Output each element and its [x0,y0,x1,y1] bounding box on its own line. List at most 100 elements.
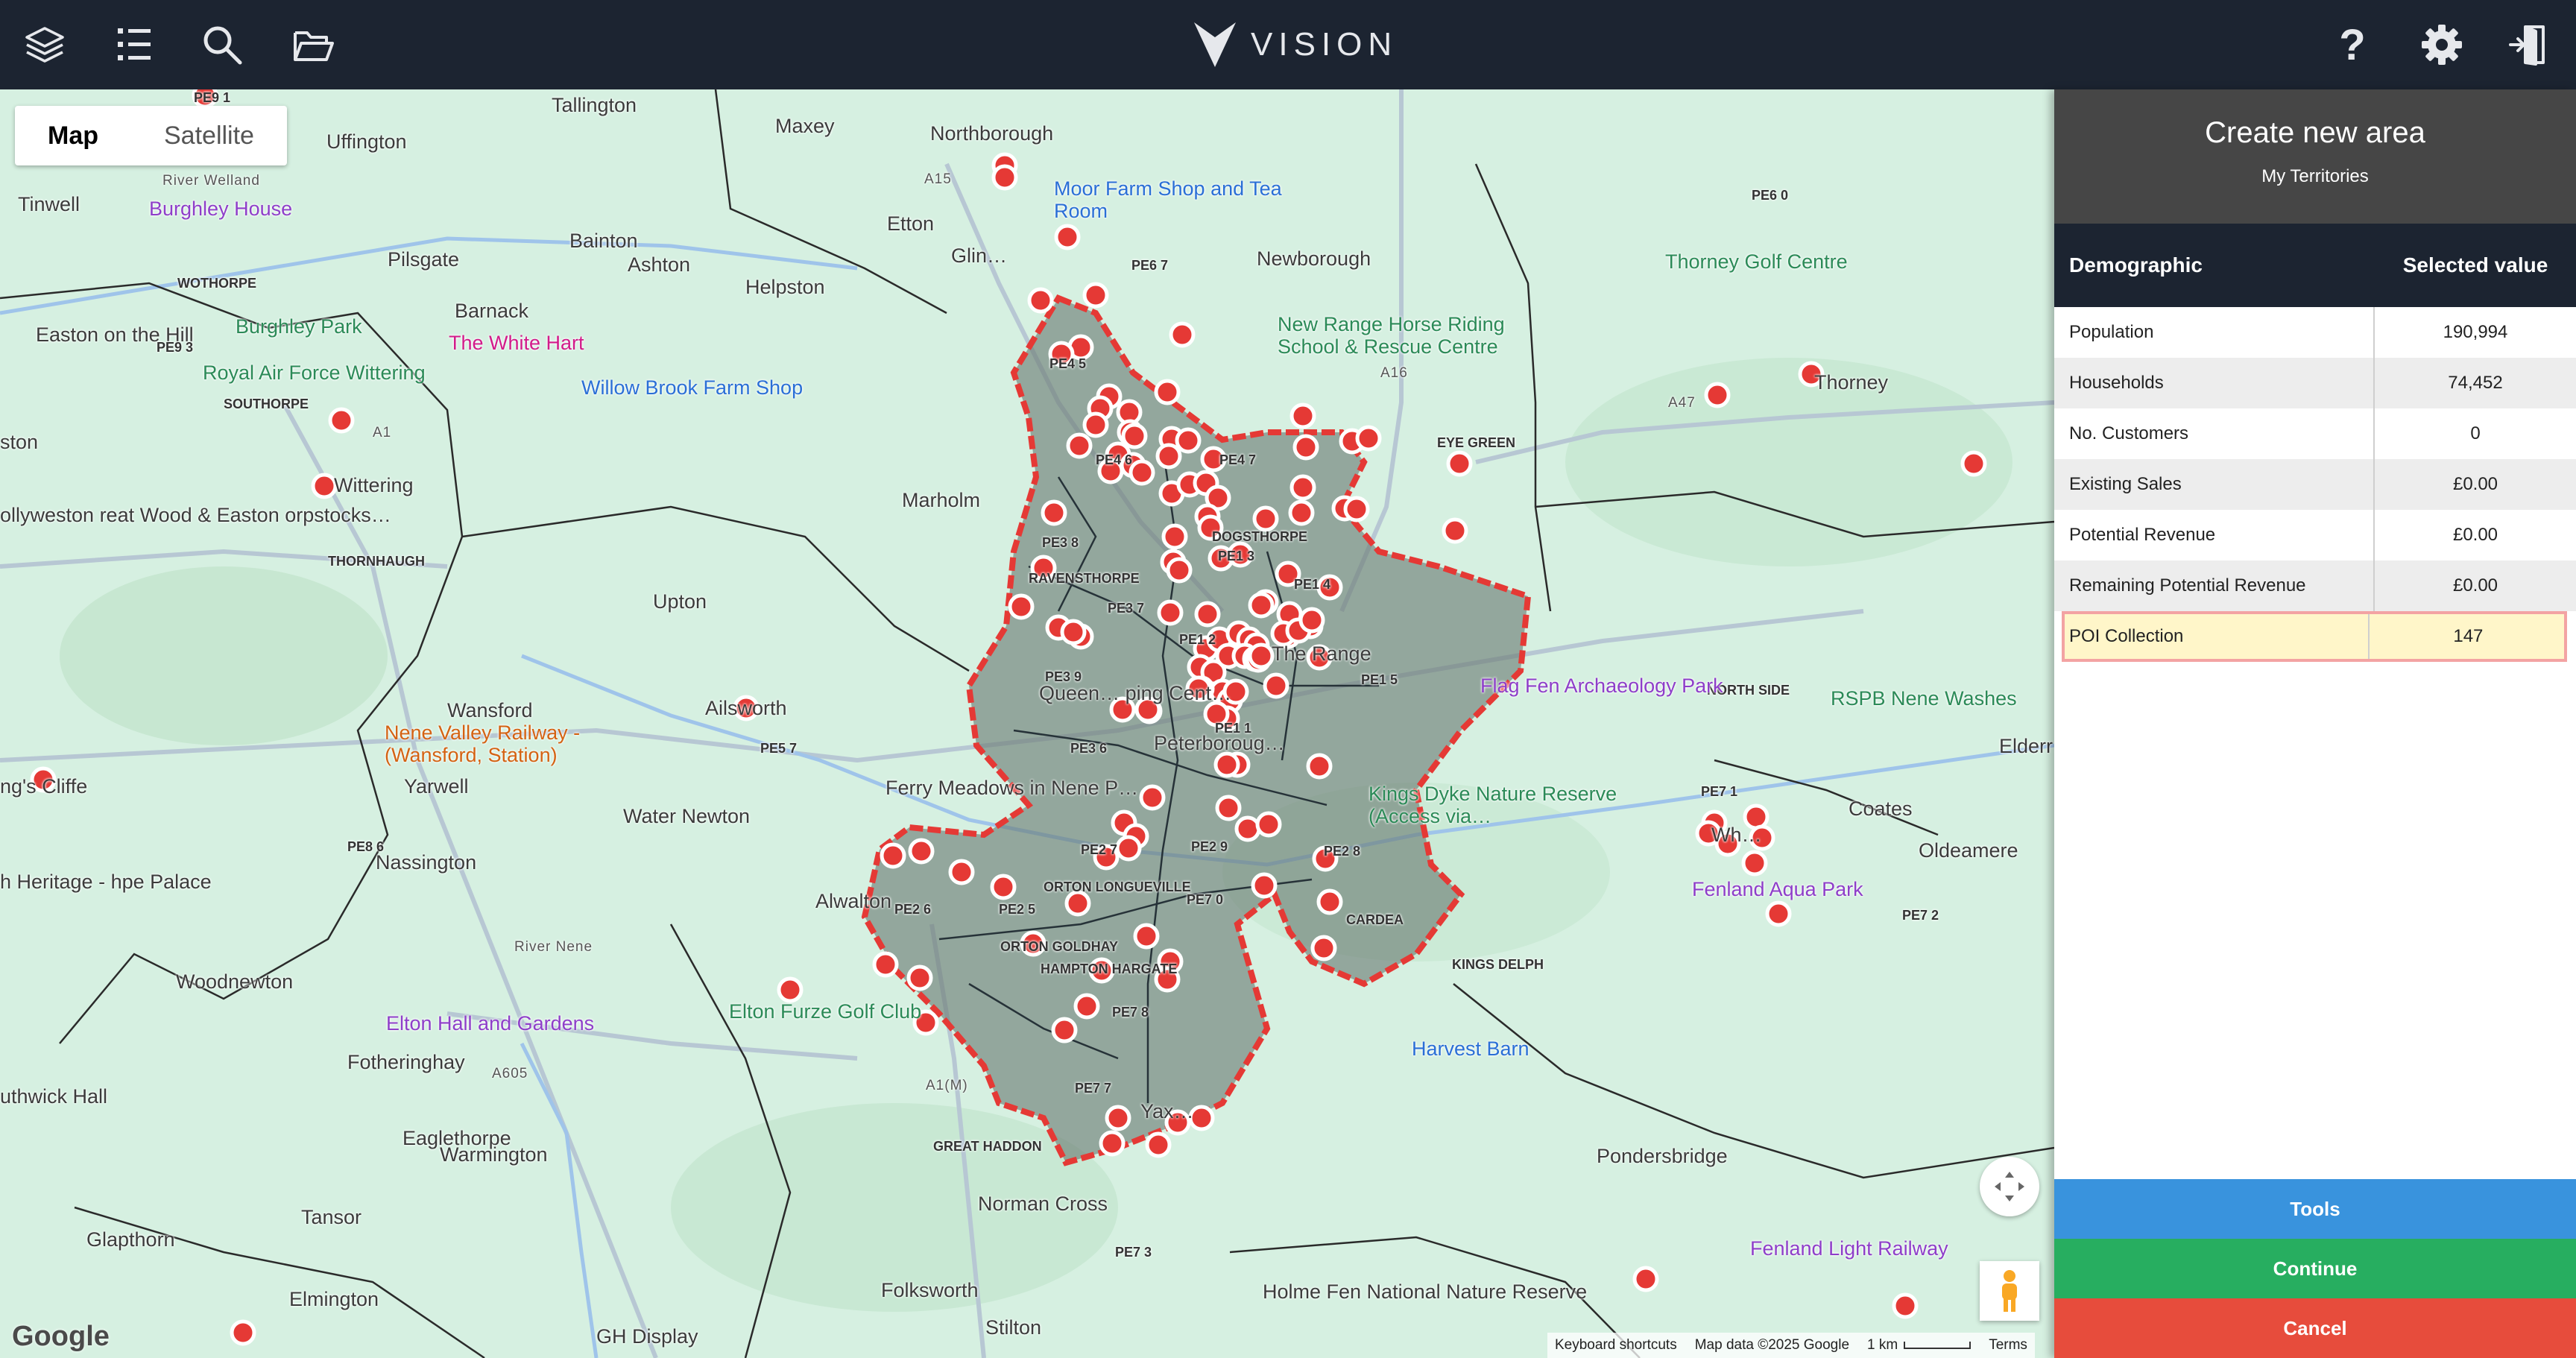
poi-marker[interactable] [1288,499,1315,526]
poi-marker[interactable] [908,838,935,865]
keyboard-shortcuts-link[interactable]: Keyboard shortcuts [1555,1337,1677,1354]
poi-marker[interactable] [1248,642,1275,669]
poi-marker[interactable] [1105,1105,1131,1131]
poi-marker[interactable] [1064,890,1091,917]
poi-marker[interactable] [311,473,338,499]
map-view-button[interactable]: Map [15,106,131,165]
poi-marker[interactable] [1741,850,1768,877]
help-icon[interactable]: ? [2324,16,2381,73]
poi-marker[interactable] [230,1319,256,1346]
poi-marker[interactable] [1121,423,1148,449]
terms-link[interactable]: Terms [1989,1337,2027,1354]
poi-marker[interactable] [948,859,975,885]
poi-marker[interactable] [1292,434,1319,461]
poi-marker[interactable] [1066,432,1093,459]
poi-marker[interactable] [1166,557,1193,584]
poi-marker[interactable] [1139,784,1166,811]
poi-markers[interactable] [0,89,2054,1358]
poi-marker[interactable] [1041,499,1067,526]
poi-marker[interactable] [880,842,906,869]
layers-icon[interactable] [16,16,73,73]
poi-marker[interactable] [1765,900,1792,927]
poi-marker[interactable] [1704,382,1731,408]
poi-marker[interactable] [1054,224,1081,250]
poi-marker[interactable] [1251,872,1278,899]
street-view-button[interactable] [1980,1261,2039,1321]
cancel-button[interactable]: Cancel [2054,1298,2576,1358]
tools-button[interactable]: Tools [2054,1179,2576,1239]
poi-marker[interactable] [1310,935,1337,961]
poi-marker[interactable] [1442,517,1468,544]
poi-marker[interactable] [1289,474,1316,501]
poi-marker[interactable] [1632,1266,1659,1292]
poi-label[interactable]: Burghley House [149,198,292,220]
poi-marker[interactable] [1082,411,1109,438]
poi-marker[interactable] [777,976,804,1003]
poi-label[interactable]: Royal Air Force Wittering [203,361,426,384]
logout-icon[interactable] [2500,16,2557,73]
poi-label[interactable]: Flag Fen Archaeology Park [1480,675,1723,697]
poi-marker[interactable] [1263,672,1289,699]
folder-open-icon[interactable] [285,16,341,73]
poi-label[interactable]: Willow Brook Farm Shop [581,376,803,399]
poi-marker[interactable] [1306,753,1333,780]
poi-marker[interactable] [1175,427,1202,454]
poi-label[interactable]: New Range Horse Riding School & Rescue C… [1278,313,1546,358]
poi-marker[interactable] [1155,443,1182,470]
poi-marker[interactable] [1051,1017,1078,1043]
gear-icon[interactable] [2414,16,2470,73]
poi-marker[interactable] [906,964,933,991]
poi-marker[interactable] [1008,593,1035,620]
poi-marker[interactable] [1252,505,1279,532]
poi-marker[interactable] [1073,993,1100,1020]
poi-label[interactable]: GH Display [596,1325,698,1348]
poi-marker[interactable] [1298,607,1325,634]
poi-marker[interactable] [1289,402,1316,429]
poi-label[interactable]: The White Hart [449,332,584,354]
poi-marker[interactable] [1248,592,1275,619]
poi-marker[interactable] [1215,795,1242,821]
poi-marker[interactable] [872,951,899,978]
poi-marker[interactable] [1145,1131,1172,1158]
poi-marker[interactable] [328,407,355,434]
poi-label[interactable]: Nene Valley Railway - (Wansford, Station… [385,721,653,766]
poi-label[interactable]: Fenland Light Railway [1750,1237,1948,1260]
poi-marker[interactable] [991,164,1018,191]
poi-label[interactable]: Fenland Aqua Park [1692,878,1863,900]
poi-marker[interactable] [1082,282,1109,309]
poi-label[interactable]: Burghley Park [236,315,362,338]
poi-marker[interactable] [1027,287,1054,314]
poi-marker[interactable] [1194,601,1221,628]
poi-marker[interactable] [1355,425,1382,452]
poi-marker[interactable] [1343,496,1370,522]
poi-marker[interactable] [1154,379,1181,405]
poi-marker[interactable] [1099,1130,1126,1157]
search-icon[interactable] [194,16,250,73]
poi-marker[interactable] [1234,815,1261,842]
poi-marker[interactable] [1892,1292,1919,1319]
poi-label[interactable]: Elton Furze Golf Club [729,1000,921,1023]
poi-marker[interactable] [1213,751,1240,778]
poi-marker[interactable] [1960,450,1987,477]
fullscreen-button[interactable] [1980,1157,2039,1216]
poi-marker[interactable] [1169,321,1196,348]
poi-marker[interactable] [1115,835,1142,862]
poi-marker[interactable] [1133,923,1160,950]
poi-marker[interactable] [1161,523,1188,550]
map-canvas[interactable]: Uffington Tallington Maxey Northborough Tinw… [0,89,2054,1358]
poi-marker[interactable] [1446,450,1473,477]
poi-marker[interactable] [990,874,1017,900]
poi-label[interactable]: Kings Dyke Nature Reserve (Access via… [1368,783,1637,827]
list-icon[interactable] [106,16,162,73]
poi-label[interactable]: Elton Hall and Gardens [386,1012,594,1035]
poi-label[interactable]: Thorney Golf Centre [1665,250,1848,273]
satellite-view-button[interactable]: Satellite [131,106,287,165]
poi-label[interactable]: Harvest Barn [1412,1038,1530,1060]
poi-marker[interactable] [1157,599,1184,626]
poi-marker[interactable] [1060,619,1087,645]
poi-marker[interactable] [1128,459,1155,486]
poi-marker[interactable] [1255,811,1282,838]
poi-label[interactable]: RSPB Nene Washes [1831,687,2017,710]
poi-label[interactable]: Moor Farm Shop and Tea Room [1054,177,1322,222]
poi-marker[interactable] [1316,888,1343,915]
